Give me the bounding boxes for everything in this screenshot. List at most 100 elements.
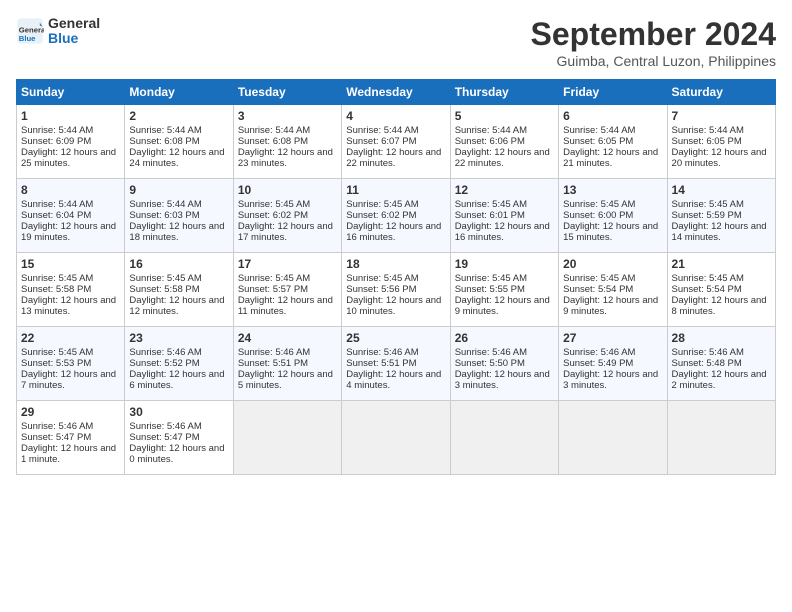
sunset-label: Sunset: 5:48 PM — [672, 358, 742, 369]
calendar-week-3: 15Sunrise: 5:45 AMSunset: 5:58 PMDayligh… — [17, 253, 776, 327]
daylight-label: Daylight: 12 hours and 6 minutes. — [129, 369, 224, 391]
daylight-label: Daylight: 12 hours and 19 minutes. — [21, 221, 116, 243]
daylight-label: Daylight: 12 hours and 24 minutes. — [129, 147, 224, 169]
sunrise-label: Sunrise: 5:44 AM — [238, 125, 310, 136]
day-number: 2 — [129, 109, 228, 123]
calendar-cell: 11Sunrise: 5:45 AMSunset: 6:02 PMDayligh… — [342, 179, 450, 253]
daylight-label: Daylight: 12 hours and 3 minutes. — [455, 369, 550, 391]
daylight-label: Daylight: 12 hours and 0 minutes. — [129, 443, 224, 465]
sunrise-label: Sunrise: 5:45 AM — [238, 199, 310, 210]
calendar-cell: 7Sunrise: 5:44 AMSunset: 6:05 PMDaylight… — [667, 105, 775, 179]
sunset-label: Sunset: 5:54 PM — [672, 284, 742, 295]
daylight-label: Daylight: 12 hours and 17 minutes. — [238, 221, 333, 243]
day-number: 4 — [346, 109, 445, 123]
calendar-cell: 29 Sunrise: 5:46 AMSunset: 5:47 PMDayligh… — [17, 401, 125, 475]
calendar-week-5: 29Sunrise: 5:46 AMSunset: 5:47 PMDayligh… — [17, 401, 776, 475]
calendar-cell: 8 Sunrise: 5:44 AMSunset: 6:04 PMDaylight… — [17, 179, 125, 253]
daylight-label: Daylight: 12 hours and 7 minutes. — [21, 369, 116, 391]
sunset-label: Sunset: 6:03 PM — [129, 210, 199, 221]
daylight-label: Daylight: 12 hours and 1 minute. — [21, 443, 116, 465]
sunset-label: Sunset: 5:51 PM — [238, 358, 308, 369]
location-title: Guimba, Central Luzon, Philippines — [531, 53, 776, 69]
sunset-label: Sunset: 5:49 PM — [563, 358, 633, 369]
column-header-friday: Friday — [559, 80, 667, 105]
logo-general: General — [48, 16, 100, 31]
sunrise-label: Sunrise: 5:44 AM — [129, 199, 201, 210]
sunset-label: Sunset: 6:05 PM — [672, 136, 742, 147]
calendar-cell: 17Sunrise: 5:45 AMSunset: 5:57 PMDayligh… — [233, 253, 341, 327]
sunset-label: Sunset: 6:02 PM — [238, 210, 308, 221]
day-number: 15 — [21, 257, 120, 271]
sunrise-label: Sunrise: 5:46 AM — [563, 347, 635, 358]
daylight-label: Daylight: 12 hours and 22 minutes. — [455, 147, 550, 169]
sunrise-label: Sunrise: 5:44 AM — [672, 125, 744, 136]
daylight-label: Daylight: 12 hours and 13 minutes. — [21, 295, 116, 317]
calendar-cell: 21Sunrise: 5:45 AMSunset: 5:54 PMDayligh… — [667, 253, 775, 327]
calendar-week-4: 22Sunrise: 5:45 AMSunset: 5:53 PMDayligh… — [17, 327, 776, 401]
column-header-thursday: Thursday — [450, 80, 558, 105]
sunrise-label: Sunrise: 5:46 AM — [129, 421, 201, 432]
daylight-label: Daylight: 12 hours and 15 minutes. — [563, 221, 658, 243]
svg-text:Blue: Blue — [19, 34, 36, 43]
calendar-cell: 28Sunrise: 5:46 AMSunset: 5:48 PMDayligh… — [667, 327, 775, 401]
sunrise-label: Sunrise: 5:45 AM — [455, 273, 527, 284]
sunset-label: Sunset: 5:52 PM — [129, 358, 199, 369]
sunrise-label: Sunrise: 5:46 AM — [21, 421, 93, 432]
daylight-label: Daylight: 12 hours and 8 minutes. — [672, 295, 767, 317]
logo-icon: General Blue — [16, 17, 44, 45]
calendar-cell: 1Sunrise: 5:44 AMSunset: 6:09 PMDaylight… — [17, 105, 125, 179]
daylight-label: Daylight: 12 hours and 22 minutes. — [346, 147, 441, 169]
sunset-label: Sunset: 5:56 PM — [346, 284, 416, 295]
svg-text:General: General — [19, 26, 44, 35]
sunset-label: Sunset: 6:06 PM — [455, 136, 525, 147]
sunrise-label: Sunrise: 5:44 AM — [129, 125, 201, 136]
day-number: 23 — [129, 331, 228, 345]
sunrise-label: Sunrise: 5:44 AM — [21, 125, 93, 136]
sunrise-label: Sunrise: 5:45 AM — [672, 273, 744, 284]
calendar-cell: 20Sunrise: 5:45 AMSunset: 5:54 PMDayligh… — [559, 253, 667, 327]
sunset-label: Sunset: 6:05 PM — [563, 136, 633, 147]
sunrise-label: Sunrise: 5:46 AM — [455, 347, 527, 358]
sunset-label: Sunset: 5:54 PM — [563, 284, 633, 295]
day-number: 26 — [455, 331, 554, 345]
day-number: 24 — [238, 331, 337, 345]
day-number: 27 — [563, 331, 662, 345]
sunset-label: Sunset: 5:55 PM — [455, 284, 525, 295]
calendar-cell: 3Sunrise: 5:44 AMSunset: 6:08 PMDaylight… — [233, 105, 341, 179]
daylight-label: Daylight: 12 hours and 5 minutes. — [238, 369, 333, 391]
calendar-cell: 22Sunrise: 5:45 AMSunset: 5:53 PMDayligh… — [17, 327, 125, 401]
day-number: 25 — [346, 331, 445, 345]
sunset-label: Sunset: 6:01 PM — [455, 210, 525, 221]
daylight-label: Daylight: 12 hours and 11 minutes. — [238, 295, 333, 317]
daylight-label: Daylight: 12 hours and 20 minutes. — [672, 147, 767, 169]
sunset-label: Sunset: 5:47 PM — [21, 432, 91, 443]
calendar-week-2: 8Sunrise: 5:44 AMSunset: 6:04 PMDaylight… — [17, 179, 776, 253]
day-number: 19 — [455, 257, 554, 271]
sunrise-label: Sunrise: 5:44 AM — [346, 125, 418, 136]
sunrise-label: Sunrise: 5:44 AM — [563, 125, 635, 136]
calendar-cell: 5Sunrise: 5:44 AMSunset: 6:06 PMDaylight… — [450, 105, 558, 179]
sunrise-label: Sunrise: 5:45 AM — [563, 199, 635, 210]
sunrise-label: Sunrise: 5:44 AM — [21, 199, 93, 210]
sunrise-label: Sunrise: 5:45 AM — [563, 273, 635, 284]
sunset-label: Sunset: 6:00 PM — [563, 210, 633, 221]
calendar-cell: 24Sunrise: 5:46 AMSunset: 5:51 PMDayligh… — [233, 327, 341, 401]
day-number: 11 — [346, 183, 445, 197]
calendar-cell — [342, 401, 450, 475]
day-number: 18 — [346, 257, 445, 271]
calendar-cell — [450, 401, 558, 475]
sunset-label: Sunset: 6:04 PM — [21, 210, 91, 221]
daylight-label: Daylight: 12 hours and 14 minutes. — [672, 221, 767, 243]
calendar-cell: 2Sunrise: 5:44 AMSunset: 6:08 PMDaylight… — [125, 105, 233, 179]
day-number: 3 — [238, 109, 337, 123]
calendar-cell: 4 Sunrise: 5:44 AMSunset: 6:07 PMDaylight… — [342, 105, 450, 179]
sunrise-label: Sunrise: 5:46 AM — [129, 347, 201, 358]
sunset-label: Sunset: 5:53 PM — [21, 358, 91, 369]
day-number: 29 — [21, 405, 120, 419]
daylight-label: Daylight: 12 hours and 16 minutes. — [455, 221, 550, 243]
day-number: 13 — [563, 183, 662, 197]
sunrise-label: Sunrise: 5:45 AM — [21, 273, 93, 284]
sunrise-label: Sunrise: 5:45 AM — [21, 347, 93, 358]
day-number: 8 — [21, 183, 120, 197]
sunset-label: Sunset: 6:07 PM — [346, 136, 416, 147]
